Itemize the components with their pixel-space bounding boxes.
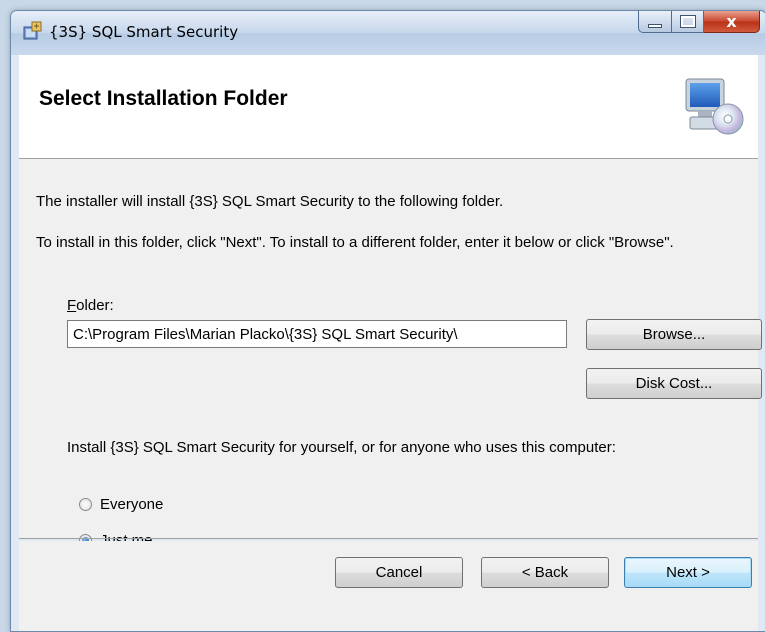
back-button[interactable]: < Back	[481, 557, 609, 588]
folder-label-text: Folder:	[67, 297, 114, 314]
minimize-icon	[648, 23, 662, 28]
next-button[interactable]: Next >	[624, 557, 752, 588]
radio-everyone-control[interactable]	[79, 498, 92, 511]
maximize-icon	[679, 15, 696, 28]
radio-everyone[interactable]: Everyone	[79, 496, 163, 513]
header-banner: Select Installation Folder	[19, 55, 758, 159]
folder-path-input[interactable]	[67, 320, 567, 348]
radio-everyone-label: Everyone	[100, 496, 164, 513]
instruction-text: To install in this folder, click "Next".…	[36, 234, 674, 251]
footer-bar: Cancel < Back Next >	[19, 541, 758, 631]
computer-cd-icon	[685, 78, 744, 135]
caption-buttons: x	[638, 11, 760, 35]
title-bar[interactable]: {3S} SQL Smart Security x	[11, 11, 765, 55]
content-area: The installer will install {3S} SQL Smar…	[19, 159, 762, 549]
cancel-button[interactable]: Cancel	[335, 557, 463, 588]
close-icon: x	[726, 12, 737, 31]
installer-icon	[23, 21, 42, 40]
installer-window: {3S} SQL Smart Security x Select Install…	[10, 10, 765, 632]
folder-label: Folder:	[67, 297, 114, 314]
disk-cost-button[interactable]: Disk Cost...	[586, 368, 762, 399]
close-button[interactable]: x	[704, 11, 760, 33]
install-scope-text: Install {3S} SQL Smart Security for your…	[67, 439, 616, 456]
window-title: {3S} SQL Smart Security	[49, 23, 239, 41]
browse-button[interactable]: Browse...	[586, 319, 762, 350]
intro-text: The installer will install {3S} SQL Smar…	[36, 193, 504, 210]
maximize-button[interactable]	[672, 11, 704, 33]
minimize-button[interactable]	[638, 11, 672, 33]
page-title: Select Installation Folder	[39, 87, 288, 110]
